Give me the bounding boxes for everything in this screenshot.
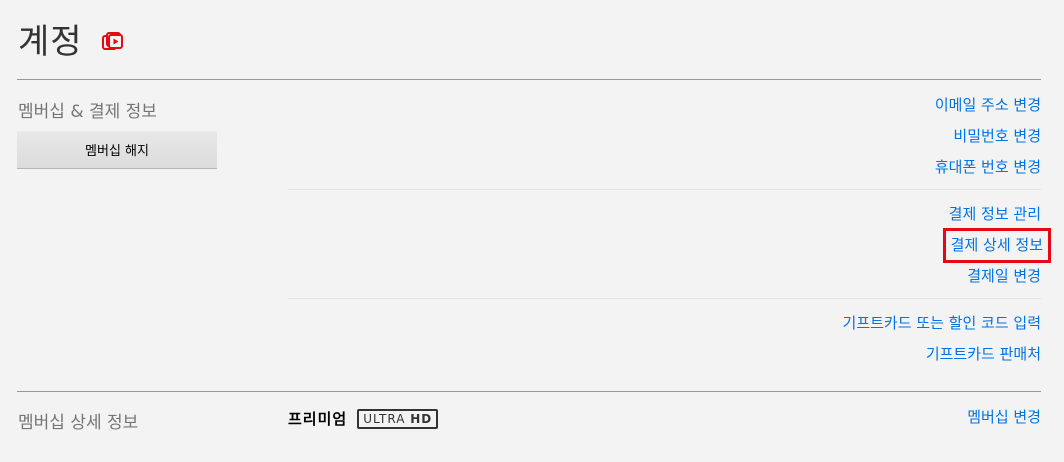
change-phone-link[interactable]: 휴대폰 번호 변경: [935, 152, 1041, 183]
membership-billing-heading: 멤버십 & 결제 정보: [18, 102, 157, 122]
page-header: 계정: [18, 14, 125, 63]
account-links: 이메일 주소 변경 비밀번호 변경 휴대폰 번호 변경: [935, 90, 1041, 183]
billing-details-link[interactable]: 결제 상세 정보: [942, 228, 1052, 263]
change-plan-link[interactable]: 멤버십 변경: [967, 402, 1041, 433]
change-billing-date-link[interactable]: 결제일 변경: [946, 261, 1041, 292]
gift-card-retailers-link[interactable]: 기프트카드 판매처: [843, 339, 1041, 370]
ultra-label: ULTRA: [363, 411, 406, 426]
member-since-icon: [101, 30, 125, 54]
manage-payment-link[interactable]: 결제 정보 관리: [946, 199, 1041, 230]
ultra-hd-badge: ULTRA HD: [357, 408, 439, 429]
change-password-link[interactable]: 비밀번호 변경: [935, 121, 1041, 152]
plan-name: 프리미엄: [288, 410, 348, 428]
plan-details-heading: 멤버십 상세 정보: [18, 413, 139, 433]
change-email-link[interactable]: 이메일 주소 변경: [935, 90, 1041, 121]
plan-section-divider: [17, 391, 1041, 392]
billing-gift-divider: [288, 298, 1041, 299]
account-billing-divider: [288, 189, 1041, 190]
cancel-membership-button[interactable]: 멤버십 해지: [17, 131, 217, 168]
billing-links: 결제 정보 관리 결제 상세 정보 결제일 변경: [942, 199, 1052, 292]
plan-info: 프리미엄 ULTRA HD: [288, 408, 439, 429]
plan-links: 멤버십 변경: [967, 402, 1041, 433]
redeem-gift-code-link[interactable]: 기프트카드 또는 할인 코드 입력: [843, 308, 1041, 339]
hd-label: HD: [410, 411, 433, 426]
page-title: 계정: [18, 22, 83, 62]
header-divider: [17, 79, 1041, 80]
gift-links: 기프트카드 또는 할인 코드 입력 기프트카드 판매처: [843, 308, 1041, 370]
